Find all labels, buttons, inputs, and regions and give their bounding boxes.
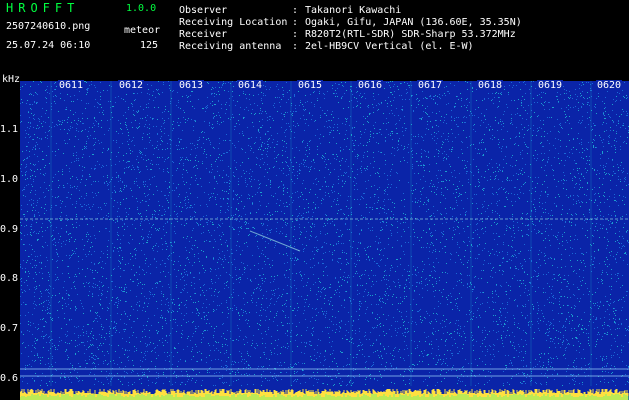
info-value-location: Ogaki, Gifu, JAPAN (136.60E, 35.35N) [305,17,522,28]
info-label-location: Receiving Location [179,17,288,28]
x-tick-label: 0614 [237,80,264,91]
time-band [470,81,472,386]
y-tick-label: 1.0 [0,174,19,185]
time-band [410,81,412,386]
y-tick-label: 0.8 [0,273,19,284]
time-band [110,81,112,386]
info-value-antenna: 2el-HB9CV Vertical (el. E-W) [305,41,474,52]
info-colon: : [292,5,299,16]
info-colon: : [292,41,299,52]
info-colon: : [292,29,299,40]
x-tick-label: 0620 [596,80,623,91]
x-tick-label: 0613 [178,80,205,91]
x-tick-label: 0617 [417,80,444,91]
time-band [590,81,592,386]
time-band [230,81,232,386]
y-tick-label: 0.7 [0,323,19,334]
y-tick-label: 0.6 [0,373,19,384]
x-tick-label: 0619 [537,80,564,91]
time-band [290,81,292,386]
info-colon: : [292,17,299,28]
y-tick-label: 0.9 [0,224,19,235]
spectrogram [20,81,629,400]
timestamp: 25.07.24 06:10 [6,40,91,51]
y-axis-unit: kHz [2,74,21,85]
x-tick-label: 0618 [477,80,504,91]
info-label-antenna: Receiving antenna [179,41,282,52]
spectrogram-canvas [20,81,629,400]
info-value-receiver: R820T2(RTL-SDR) SDR-Sharp 53.372MHz [305,29,516,40]
meteor-count: 125 [140,40,159,51]
info-value-observer: Takanori Kawachi [305,5,402,16]
info-label-observer: Observer [179,5,228,16]
y-tick-label: 1.1 [0,124,19,135]
x-tick-label: 0611 [58,80,85,91]
x-tick-label: 0615 [297,80,324,91]
time-band [170,81,172,386]
time-band [530,81,532,386]
file-name: 2507240610.png [6,21,91,32]
x-tick-label: 0612 [118,80,145,91]
mode-label: meteor [124,25,161,36]
app-logo: HROFFT [6,1,80,15]
info-label-receiver: Receiver [179,29,228,40]
time-band [50,81,52,386]
time-band [350,81,352,386]
app-version: 1.0.0 [126,3,157,14]
x-tick-label: 0616 [357,80,384,91]
